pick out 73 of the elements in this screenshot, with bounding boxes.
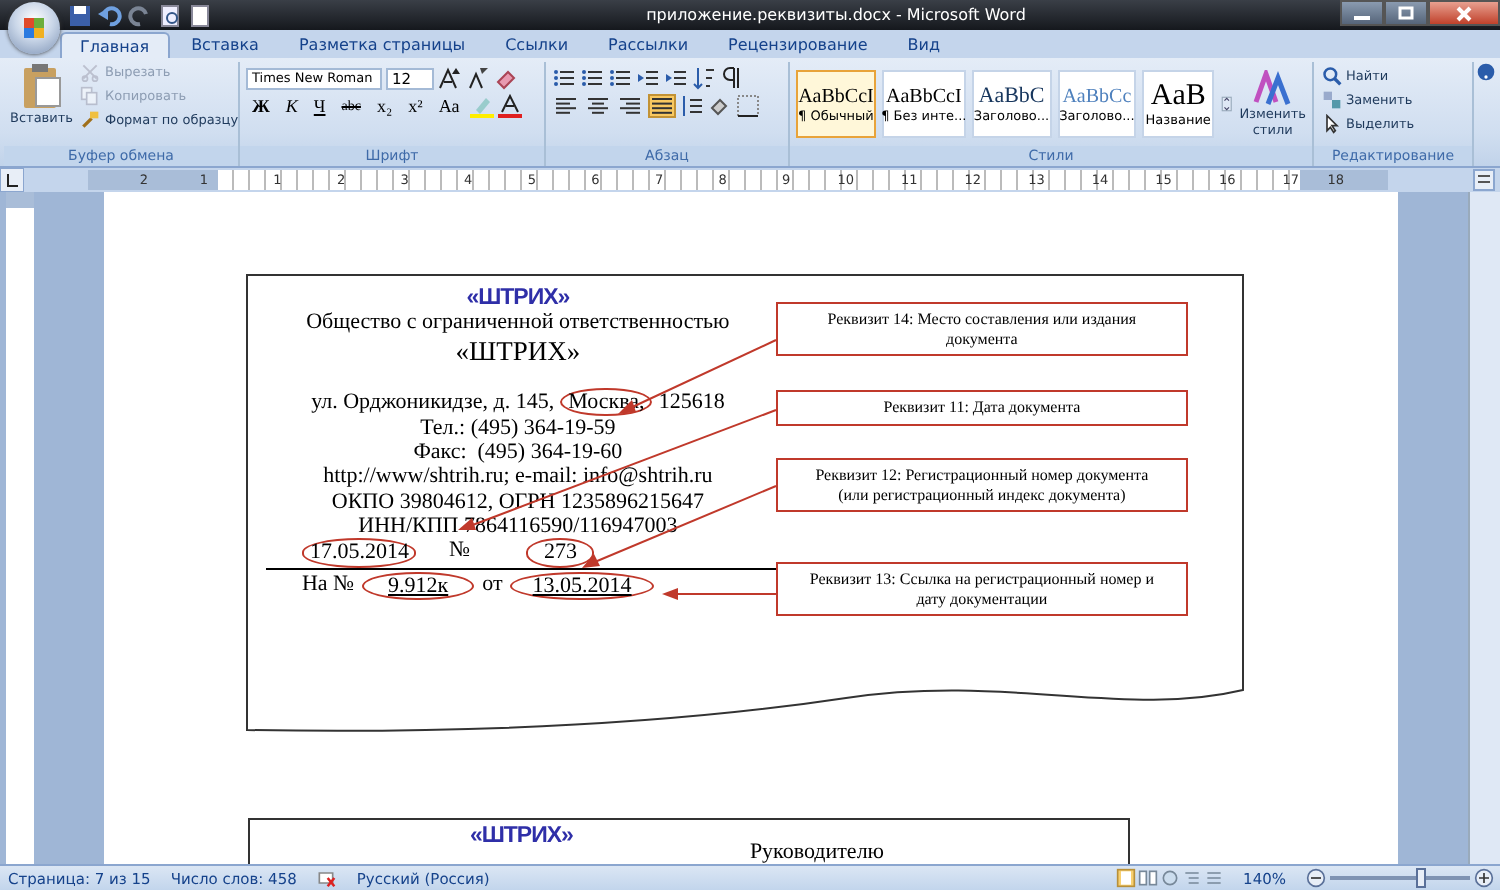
web-layout-icon[interactable]: [1159, 868, 1180, 888]
callout-box: Реквизит 13: Ссылка на регистрационный номер и дату документации: [775, 562, 1188, 616]
search-icon[interactable]: [1322, 66, 1342, 86]
help-icon[interactable]: [1476, 62, 1496, 82]
reference-from: от: [482, 571, 503, 600]
format-button[interactable]: x₂: [370, 94, 399, 118]
reference-label: На №: [301, 571, 355, 600]
company-logo: «ШТРИХ»: [466, 286, 570, 311]
close-button[interactable]: [1428, 0, 1500, 26]
callout-box: Реквизит 14: Место составления или издания документа: [775, 302, 1188, 356]
decrease-indent-icon[interactable]: [636, 66, 660, 90]
ribbon-tab[interactable]: Ссылки: [487, 32, 587, 58]
company-logo: «ШТРИХ»: [469, 824, 573, 848]
ribbon-tab[interactable]: Рассылки: [590, 32, 707, 58]
postcode-text: 125618: [658, 389, 725, 414]
print-layout-icon[interactable]: [1115, 868, 1136, 888]
ribbon-tab[interactable]: Главная: [60, 32, 170, 58]
document-icon[interactable]: [188, 3, 212, 27]
reading-layout-icon[interactable]: [1137, 868, 1158, 888]
document-page[interactable]: [103, 192, 1399, 864]
format-button[interactable]: x²: [402, 94, 429, 118]
callout-box: Реквизит 12: Регистрационный номер документа (или регистрационный индекс документа): [775, 458, 1188, 512]
cursor-icon[interactable]: [1322, 114, 1342, 134]
view-ruler-icon[interactable]: [1472, 168, 1496, 192]
format-button[interactable]: К: [279, 94, 304, 118]
save-icon[interactable]: [68, 3, 92, 27]
eraser-icon[interactable]: [494, 66, 518, 90]
format-button[interactable]: Ж: [246, 94, 276, 118]
organization-type: Общество с ограниченной ответственностью: [306, 310, 730, 336]
bullets-icon[interactable]: [552, 66, 576, 90]
format-button[interactable]: Aa: [432, 94, 466, 118]
undo-icon[interactable]: [98, 3, 122, 27]
arrow: [661, 588, 779, 600]
number-label: №: [448, 538, 470, 567]
shading-icon[interactable]: [708, 94, 732, 118]
zoom-in-icon[interactable]: [1474, 868, 1494, 888]
print-preview-icon[interactable]: [158, 3, 182, 27]
zoom-slider-thumb[interactable]: [1415, 868, 1426, 888]
organization-name: «ШТРИХ»: [455, 335, 581, 368]
ribbon-tab[interactable]: Вставка: [173, 32, 277, 58]
minimize-button[interactable]: [1340, 0, 1384, 26]
ribbon-tab[interactable]: Вид: [889, 32, 958, 58]
format-button[interactable]: Ч: [307, 94, 332, 118]
maximize-button[interactable]: [1384, 0, 1428, 26]
sort-icon[interactable]: [692, 66, 716, 90]
clipboard-icon[interactable]: [19, 62, 64, 110]
window-title: приложение.реквизиты.docx - Microsoft Word: [644, 6, 1028, 24]
address-text: ул. Орджоникидзе, д. 145,: [311, 389, 555, 414]
redo-icon[interactable]: [128, 3, 152, 27]
callout-box: Реквизит 11: Дата документа: [775, 390, 1188, 425]
ribbon-tab[interactable]: Разметка страницы: [280, 32, 484, 58]
addressee-text: Руководителю: [749, 840, 885, 864]
close-icon[interactable]: [1456, 5, 1472, 21]
increase-indent-icon[interactable]: [664, 66, 688, 90]
styles-icon[interactable]: [1252, 70, 1293, 106]
proofing-icon[interactable]: [316, 868, 337, 888]
requisite-line: Факс: (495) 364-19-60: [413, 440, 623, 465]
maximize-icon[interactable]: [1398, 6, 1414, 20]
reference-number: 9.912к: [362, 571, 475, 600]
grow-font-icon[interactable]: [438, 66, 462, 90]
vertical-scrollbar[interactable]: [1468, 192, 1500, 864]
line-spacing-icon[interactable]: [680, 94, 704, 118]
zoom-out-icon[interactable]: [1306, 868, 1326, 888]
pilcrow-icon[interactable]: [720, 66, 744, 90]
tab-selector-icon[interactable]: [0, 168, 24, 192]
document-date: 17.05.2014: [301, 538, 417, 568]
paintbrush-icon[interactable]: [80, 110, 101, 130]
reference-date: 13.05.2014: [510, 571, 654, 600]
requisite-line: Тел.: (495) 364-19-59: [420, 415, 616, 441]
borders-icon[interactable]: [736, 94, 760, 118]
shrink-font-icon[interactable]: [466, 66, 490, 90]
ribbon-tab[interactable]: Рецензирование: [710, 32, 886, 58]
font-color-icon[interactable]: [497, 94, 522, 118]
